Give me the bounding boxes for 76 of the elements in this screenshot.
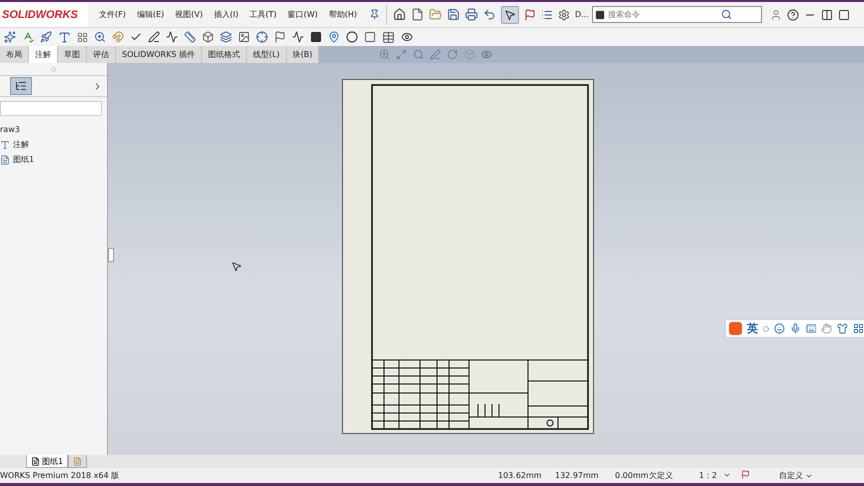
status-x-coordinate: 103.62mm	[498, 471, 543, 480]
sheet-icon[interactable]	[0, 154, 10, 164]
input-mode[interactable]: 英	[746, 321, 758, 336]
menu-item[interactable]: 编辑(E)	[136, 9, 164, 20]
undo-icon[interactable]	[483, 8, 496, 21]
tree-item[interactable]: raw3	[0, 125, 20, 134]
home-icon[interactable]	[393, 8, 406, 21]
sheet-tab[interactable]: 图纸1	[26, 455, 68, 468]
status-z-coordinate: 0.00mm	[615, 471, 649, 480]
hand-icon[interactable]	[821, 323, 832, 334]
menu-item[interactable]: 文件(F)	[99, 9, 126, 20]
ribbon-tab[interactable]: 块(B)	[286, 46, 320, 63]
tree-item[interactable]: 图纸1	[13, 154, 34, 165]
new-file-icon[interactable]	[411, 8, 424, 21]
stack-icon[interactable]	[220, 31, 232, 43]
center-mark-icon[interactable]	[256, 31, 268, 43]
menu-item[interactable]: 工具(T)	[249, 9, 277, 20]
grid-icon[interactable]	[77, 32, 88, 42]
grip-icon[interactable]	[51, 66, 56, 72]
toolbar-overflow[interactable]: D...	[575, 10, 589, 19]
menu-item[interactable]: 帮助(H)	[328, 9, 358, 20]
printer-icon[interactable]	[465, 8, 478, 21]
spell-check-icon[interactable]	[22, 31, 34, 43]
select-button[interactable]	[501, 6, 520, 24]
picture-icon[interactable]	[238, 31, 250, 43]
ribbon-tab[interactable]: 布局	[0, 46, 29, 63]
add-sheet-icon	[73, 456, 82, 466]
ribbon-tab[interactable]: 草图	[58, 46, 87, 63]
menu-item[interactable]: 插入(I)	[214, 9, 238, 20]
solidworks-logo: SOLIDWORKS	[0, 2, 88, 26]
pointer-icon	[504, 8, 516, 20]
annotation-icon[interactable]	[0, 140, 10, 150]
folder-icon[interactable]	[429, 8, 442, 21]
shirt-icon[interactable]	[837, 323, 848, 334]
filter-field[interactable]	[0, 101, 102, 116]
status-scale[interactable]: 1 : 2	[699, 471, 723, 480]
feature-tree-tab[interactable]	[10, 77, 32, 95]
ribbon-tab[interactable]: 注解	[29, 46, 58, 63]
ribbon-tab[interactable]: 图纸格式	[202, 46, 247, 63]
microphone-icon[interactable]	[790, 323, 801, 334]
status-units[interactable]: 自定义	[779, 470, 805, 481]
maximize-icon[interactable]	[838, 8, 850, 20]
magnet-icon[interactable]	[112, 31, 124, 43]
pin-marker-icon[interactable]	[328, 31, 340, 43]
add-sheet-tab[interactable]	[68, 455, 88, 468]
command-prompt-icon	[594, 10, 605, 20]
menu-item[interactable]: 视图(V)	[175, 9, 203, 20]
search-input[interactable]: 搜索命令	[608, 10, 718, 19]
ribbon-tab[interactable]: SOLIDWORKS 插件	[116, 46, 202, 63]
pin-icon[interactable]	[369, 9, 380, 20]
emoji-icon[interactable]	[774, 323, 785, 334]
feature-tree-icon	[15, 80, 27, 92]
save-icon[interactable]	[447, 8, 460, 21]
ribbon-tab[interactable]: 评估	[87, 46, 116, 63]
help-icon[interactable]	[786, 8, 799, 20]
search-icon[interactable]	[720, 9, 732, 20]
status-product: WORKS Premium 2018 x64 版	[0, 470, 120, 481]
area-hatch-icon[interactable]	[310, 31, 322, 43]
table-icon[interactable]	[382, 30, 395, 44]
tree-item[interactable]: 注解	[13, 139, 29, 150]
search-field[interactable]: 搜索命令	[592, 6, 762, 23]
grid-icon[interactable]	[853, 323, 864, 334]
keyboard-icon[interactable]	[806, 323, 816, 334]
check-icon[interactable]	[130, 31, 142, 43]
sheet-icon	[31, 456, 40, 466]
restore-icon[interactable]	[820, 8, 833, 20]
user-icon[interactable]	[770, 8, 782, 20]
settings-icon[interactable]	[558, 8, 570, 20]
ribbon-tab[interactable]: 线型(L)	[246, 46, 287, 63]
menu-item[interactable]: 窗口(W)	[288, 9, 318, 20]
text-icon[interactable]	[58, 30, 71, 44]
status-y-coordinate: 132.97mm	[555, 471, 600, 480]
splitter-handle[interactable]	[108, 248, 114, 262]
rocket-icon[interactable]	[40, 31, 52, 43]
status-definition: 欠定义	[649, 470, 674, 481]
mouse-cursor-icon[interactable]	[231, 261, 242, 272]
